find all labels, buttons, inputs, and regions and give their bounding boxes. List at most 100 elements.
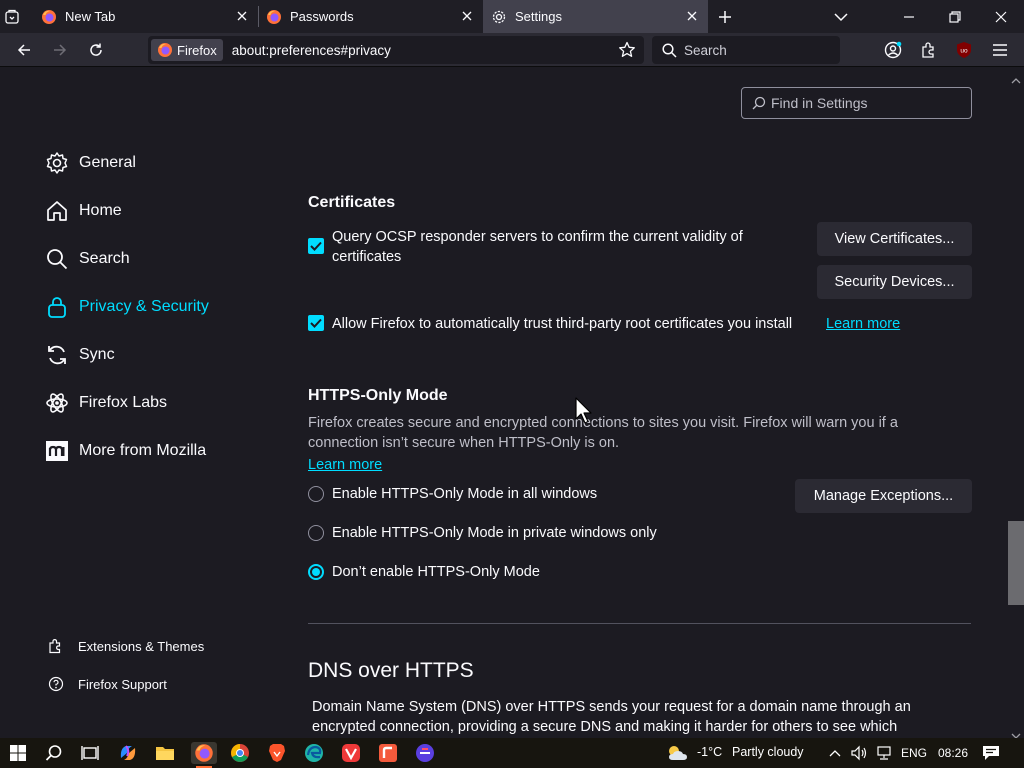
extensions-button[interactable]: [915, 36, 943, 64]
chevron-down-icon: [834, 12, 848, 21]
certificates-heading: Certificates: [308, 194, 396, 211]
category-more-from-mozilla[interactable]: More from Mozilla: [45, 435, 206, 467]
mozilla-icon: [45, 439, 69, 463]
ublock-origin-button[interactable]: uo: [950, 36, 978, 64]
find-in-settings-input[interactable]: Find in Settings: [741, 87, 972, 119]
tab-new-tab[interactable]: New Tab: [33, 0, 258, 33]
show-hidden-icons-button[interactable]: [824, 742, 846, 764]
https-only-desc-line1: Firefox creates secure and encrypted con…: [308, 415, 898, 431]
firefox-taskbar-button[interactable]: [191, 742, 217, 764]
category-label: Firefox Labs: [79, 394, 168, 411]
tab-settings[interactable]: Settings: [483, 0, 708, 33]
speaker-icon: [851, 745, 867, 761]
gear-icon: [45, 151, 69, 175]
identity-box[interactable]: Firefox: [151, 39, 223, 61]
category-general[interactable]: General: [45, 147, 136, 179]
windows-start-button[interactable]: [7, 742, 29, 764]
checkmark-icon: [310, 241, 322, 251]
category-search[interactable]: Search: [45, 243, 130, 275]
edge-button[interactable]: [303, 742, 325, 764]
new-tab-button[interactable]: [702, 0, 748, 33]
brave-button[interactable]: [266, 742, 288, 764]
extensions-themes-link[interactable]: Extensions & Themes: [47, 637, 204, 655]
firefox-icon: [41, 9, 57, 25]
notifications-button[interactable]: [980, 742, 1002, 764]
trust-third-party-checkbox[interactable]: [308, 315, 324, 331]
search-icon: [45, 247, 69, 271]
clock-time[interactable]: 08:26: [938, 746, 968, 760]
minimize-button[interactable]: [886, 0, 932, 33]
firefox-icon: [157, 42, 173, 58]
https-only-all-windows-radio[interactable]: [308, 486, 324, 502]
back-button[interactable]: [10, 36, 38, 64]
arrow-left-icon: [17, 44, 30, 56]
weather-temperature[interactable]: -1°C: [697, 745, 722, 759]
search-bar[interactable]: Search: [652, 36, 840, 64]
input-language[interactable]: ENG: [901, 746, 927, 760]
puzzle-icon: [47, 637, 65, 655]
search-icon: [45, 745, 62, 761]
mouse-cursor: [575, 397, 593, 430]
https-only-private-windows-radio[interactable]: [308, 525, 324, 541]
category-home[interactable]: Home: [45, 195, 122, 227]
forward-button[interactable]: [46, 36, 74, 64]
taskbar-search-button[interactable]: [43, 742, 65, 764]
security-devices-button[interactable]: Security Devices...: [817, 265, 972, 299]
url-bar[interactable]: Firefox about:preferences#privacy: [148, 36, 644, 64]
https-only-learn-more-link[interactable]: Learn more: [308, 455, 382, 475]
hamburger-menu-icon: [993, 44, 1007, 56]
firefox-support-link[interactable]: Firefox Support: [47, 675, 167, 693]
restore-button[interactable]: [932, 0, 978, 33]
ocsp-checkbox[interactable]: [308, 238, 324, 254]
chevron-up-icon: [829, 750, 841, 757]
manage-exceptions-button[interactable]: Manage Exceptions...: [795, 479, 972, 513]
search-placeholder: Search: [684, 42, 727, 58]
plus-icon: [719, 10, 731, 23]
scroll-up-arrow[interactable]: [1011, 71, 1021, 89]
view-certificates-button[interactable]: View Certificates...: [817, 222, 972, 256]
category-label: Search: [79, 250, 130, 267]
close-window-button[interactable]: [978, 0, 1024, 33]
app-button-orange[interactable]: [377, 742, 399, 764]
category-firefox-labs[interactable]: Firefox Labs: [45, 387, 167, 419]
category-privacy-security[interactable]: Privacy & Security: [45, 291, 209, 323]
dns-desc-line1: Domain Name System (DNS) over HTTPS send…: [312, 699, 911, 715]
menu-button[interactable]: [986, 36, 1014, 64]
tab-label: Settings: [515, 9, 562, 24]
network-button[interactable]: [873, 742, 895, 764]
tab-passwords[interactable]: Passwords: [258, 0, 483, 33]
task-view-button[interactable]: [79, 742, 101, 764]
vivaldi-button[interactable]: [340, 742, 362, 764]
category-sync[interactable]: Sync: [45, 339, 115, 371]
list-all-tabs-button[interactable]: [818, 0, 864, 33]
close-tab-icon[interactable]: [684, 8, 700, 24]
chrome-button[interactable]: [229, 742, 251, 764]
weather-condition[interactable]: Partly cloudy: [732, 745, 804, 759]
reload-button[interactable]: [82, 36, 110, 64]
close-tab-icon[interactable]: [234, 8, 250, 24]
page-scrollbar[interactable]: [1007, 67, 1024, 739]
close-tab-icon[interactable]: [459, 8, 475, 24]
copilot-button[interactable]: [117, 742, 139, 764]
weather-widget[interactable]: [664, 742, 690, 764]
certificates-learn-more-link[interactable]: Learn more: [826, 314, 900, 334]
scrollbar-thumb[interactable]: [1008, 521, 1024, 605]
file-explorer-button[interactable]: [154, 742, 176, 764]
app-button-purple[interactable]: [414, 742, 436, 764]
https-only-all-windows-label: Enable HTTPS-Only Mode in all windows: [332, 486, 598, 502]
orange-app-icon: [379, 744, 397, 762]
dns-over-https-heading: DNS over HTTPS: [308, 659, 474, 682]
close-icon: [995, 11, 1007, 22]
https-only-disabled-radio[interactable]: [308, 564, 324, 580]
bookmark-star-icon[interactable]: [618, 41, 636, 59]
volume-button[interactable]: [848, 742, 870, 764]
category-label: Home: [79, 202, 122, 219]
category-label: General: [79, 154, 136, 171]
ocsp-label-line2: certificates: [332, 249, 402, 265]
partly-cloudy-icon: [669, 746, 687, 760]
account-button[interactable]: [879, 36, 907, 64]
settings-page: Find in Settings General Home Search Pri…: [0, 67, 1024, 739]
navigation-toolbar: Firefox about:preferences#privacy Search…: [0, 33, 1024, 67]
url-text[interactable]: about:preferences#privacy: [232, 43, 391, 58]
tab-list-button[interactable]: [4, 0, 30, 33]
